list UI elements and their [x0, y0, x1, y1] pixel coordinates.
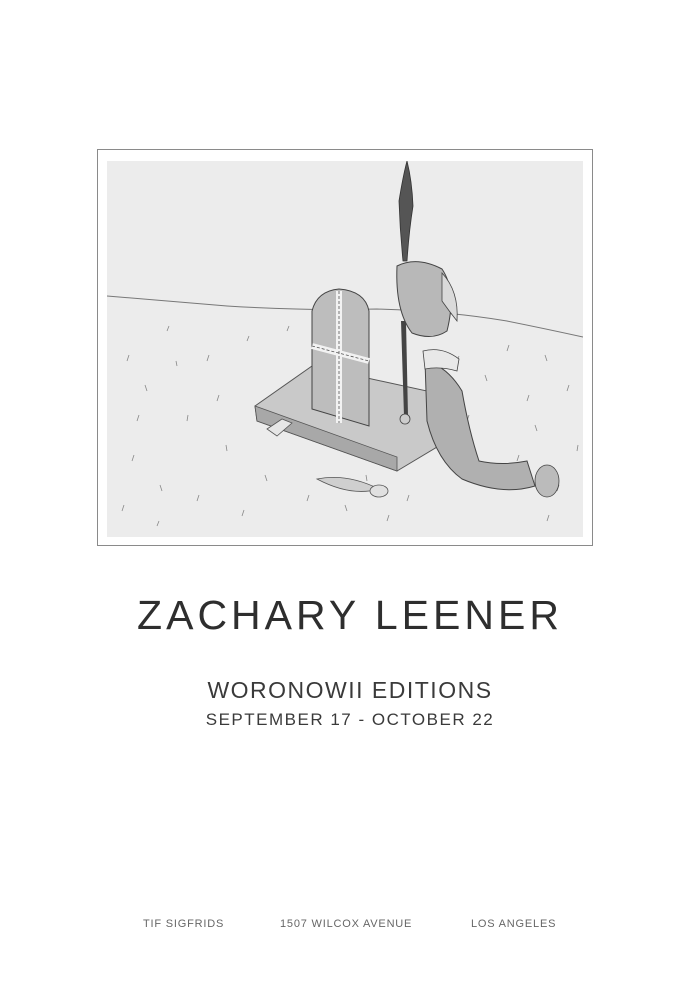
artist-name: ZACHARY LEENER [137, 592, 563, 638]
artwork-frame [97, 149, 593, 546]
gallery-address: 1507 WILCOX AVENUE [280, 918, 413, 930]
artwork-image [107, 161, 583, 537]
exhibition-title: WORONOWII EDITIONS [207, 677, 493, 703]
gallery-name: TIF SIGFRIDS [143, 918, 225, 930]
exhibition-dates: SEPTEMBER 17 - OCTOBER 22 [205, 710, 495, 729]
gallery-city: LOS ANGELES [471, 918, 557, 930]
drawing-illustration [107, 161, 583, 537]
